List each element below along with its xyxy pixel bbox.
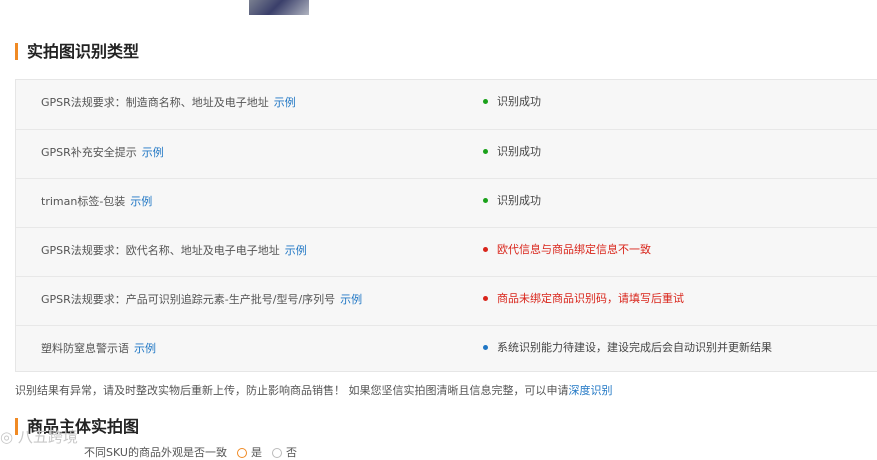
status-cell: 识别成功 — [483, 179, 541, 228]
status-text: 欧代信息与商品绑定信息不一致 — [497, 243, 651, 256]
table-row: 塑料防窒息警示语 示例 系统识别能力待建设，建设完成后会自动识别并更新结果 — [16, 325, 877, 375]
requirement-cell: 塑料防窒息警示语 示例 — [41, 326, 156, 375]
deep-recognition-link[interactable]: 深度识别 — [569, 384, 613, 397]
status-cell: 识别成功 — [483, 130, 541, 179]
table-row: triman标签-包装 示例 识别成功 — [16, 178, 877, 228]
requirement-cell: GPSR法规要求：产品可识别追踪元素-生产批号/型号/序列号 示例 — [41, 277, 362, 326]
status-cell: 识别成功 — [483, 80, 541, 129]
requirement-cell: GPSR补充安全提示 示例 — [41, 130, 164, 179]
requirement-label: GPSR法规要求：制造商名称、地址及电子地址 — [41, 96, 269, 109]
status-dot-icon — [483, 148, 488, 154]
radio-no-label[interactable]: 否 — [286, 446, 297, 459]
section-title-photo-types: 实拍图识别类型 — [15, 43, 139, 60]
question-label: 不同SKU的商品外观是否一致 — [84, 446, 227, 459]
requirement-label: GPSR法规要求：产品可识别追踪元素-生产批号/型号/序列号 — [41, 293, 336, 306]
watermark-logo: ◎ 八五跨境 — [0, 428, 78, 446]
table-row: GPSR法规要求：产品可识别追踪元素-生产批号/型号/序列号 示例 商品未绑定商品… — [16, 276, 877, 326]
status-cell: 欧代信息与商品绑定信息不一致 — [483, 228, 651, 277]
example-link[interactable]: 示例 — [130, 195, 152, 208]
requirement-cell: GPSR法规要求：欧代名称、地址及电子电子地址 示例 — [41, 228, 307, 277]
status-text: 识别成功 — [497, 194, 541, 207]
product-thumbnail[interactable] — [249, 0, 309, 15]
radio-yes-label[interactable]: 是 — [251, 446, 262, 459]
requirement-label: GPSR补充安全提示 — [41, 146, 137, 159]
status-dot-icon — [483, 246, 488, 252]
example-link[interactable]: 示例 — [142, 146, 164, 159]
requirement-label: triman标签-包装 — [41, 195, 126, 208]
requirement-cell: GPSR法规要求：制造商名称、地址及电子地址 示例 — [41, 80, 296, 129]
sku-consistency-question: 不同SKU的商品外观是否一致 是 否 — [84, 444, 297, 460]
status-dot-icon — [483, 344, 488, 350]
example-link[interactable]: 示例 — [285, 244, 307, 257]
radio-no[interactable] — [271, 448, 282, 458]
status-cell: 系统识别能力待建设，建设完成后会自动识别并更新结果 — [483, 326, 772, 375]
status-text: 识别成功 — [497, 145, 541, 158]
status-dot-icon — [483, 98, 488, 104]
status-text: 商品未绑定商品识别码，请填写后重试 — [497, 292, 684, 305]
status-text: 识别成功 — [497, 95, 541, 108]
example-link[interactable]: 示例 — [134, 342, 156, 355]
example-link[interactable]: 示例 — [274, 96, 296, 109]
recognition-note: 识别结果有异常，请及时整改实物后重新上传，防止影响商品销售！ 如果您坚信实拍图清… — [15, 382, 613, 398]
table-row: GPSR法规要求：欧代名称、地址及电子电子地址 示例 欧代信息与商品绑定信息不一致 — [16, 227, 877, 277]
requirement-label: 塑料防窒息警示语 — [41, 342, 129, 355]
recognition-table: GPSR法规要求：制造商名称、地址及电子地址 示例 识别成功 GPSR补充安全提示… — [15, 79, 877, 372]
status-dot-icon — [483, 295, 488, 301]
table-row: GPSR法规要求：制造商名称、地址及电子地址 示例 识别成功 — [16, 80, 877, 129]
status-cell: 商品未绑定商品识别码，请填写后重试 — [483, 277, 684, 326]
status-dot-icon — [483, 197, 488, 203]
example-link[interactable]: 示例 — [340, 293, 362, 306]
note-text: 识别结果有异常，请及时整改实物后重新上传，防止影响商品销售！ 如果您坚信实拍图清… — [15, 384, 569, 397]
radio-yes[interactable] — [236, 448, 247, 458]
requirement-cell: triman标签-包装 示例 — [41, 179, 152, 228]
status-text: 系统识别能力待建设，建设完成后会自动识别并更新结果 — [497, 341, 772, 354]
requirement-label: GPSR法规要求：欧代名称、地址及电子电子地址 — [41, 244, 280, 257]
table-row: GPSR补充安全提示 示例 识别成功 — [16, 129, 877, 179]
